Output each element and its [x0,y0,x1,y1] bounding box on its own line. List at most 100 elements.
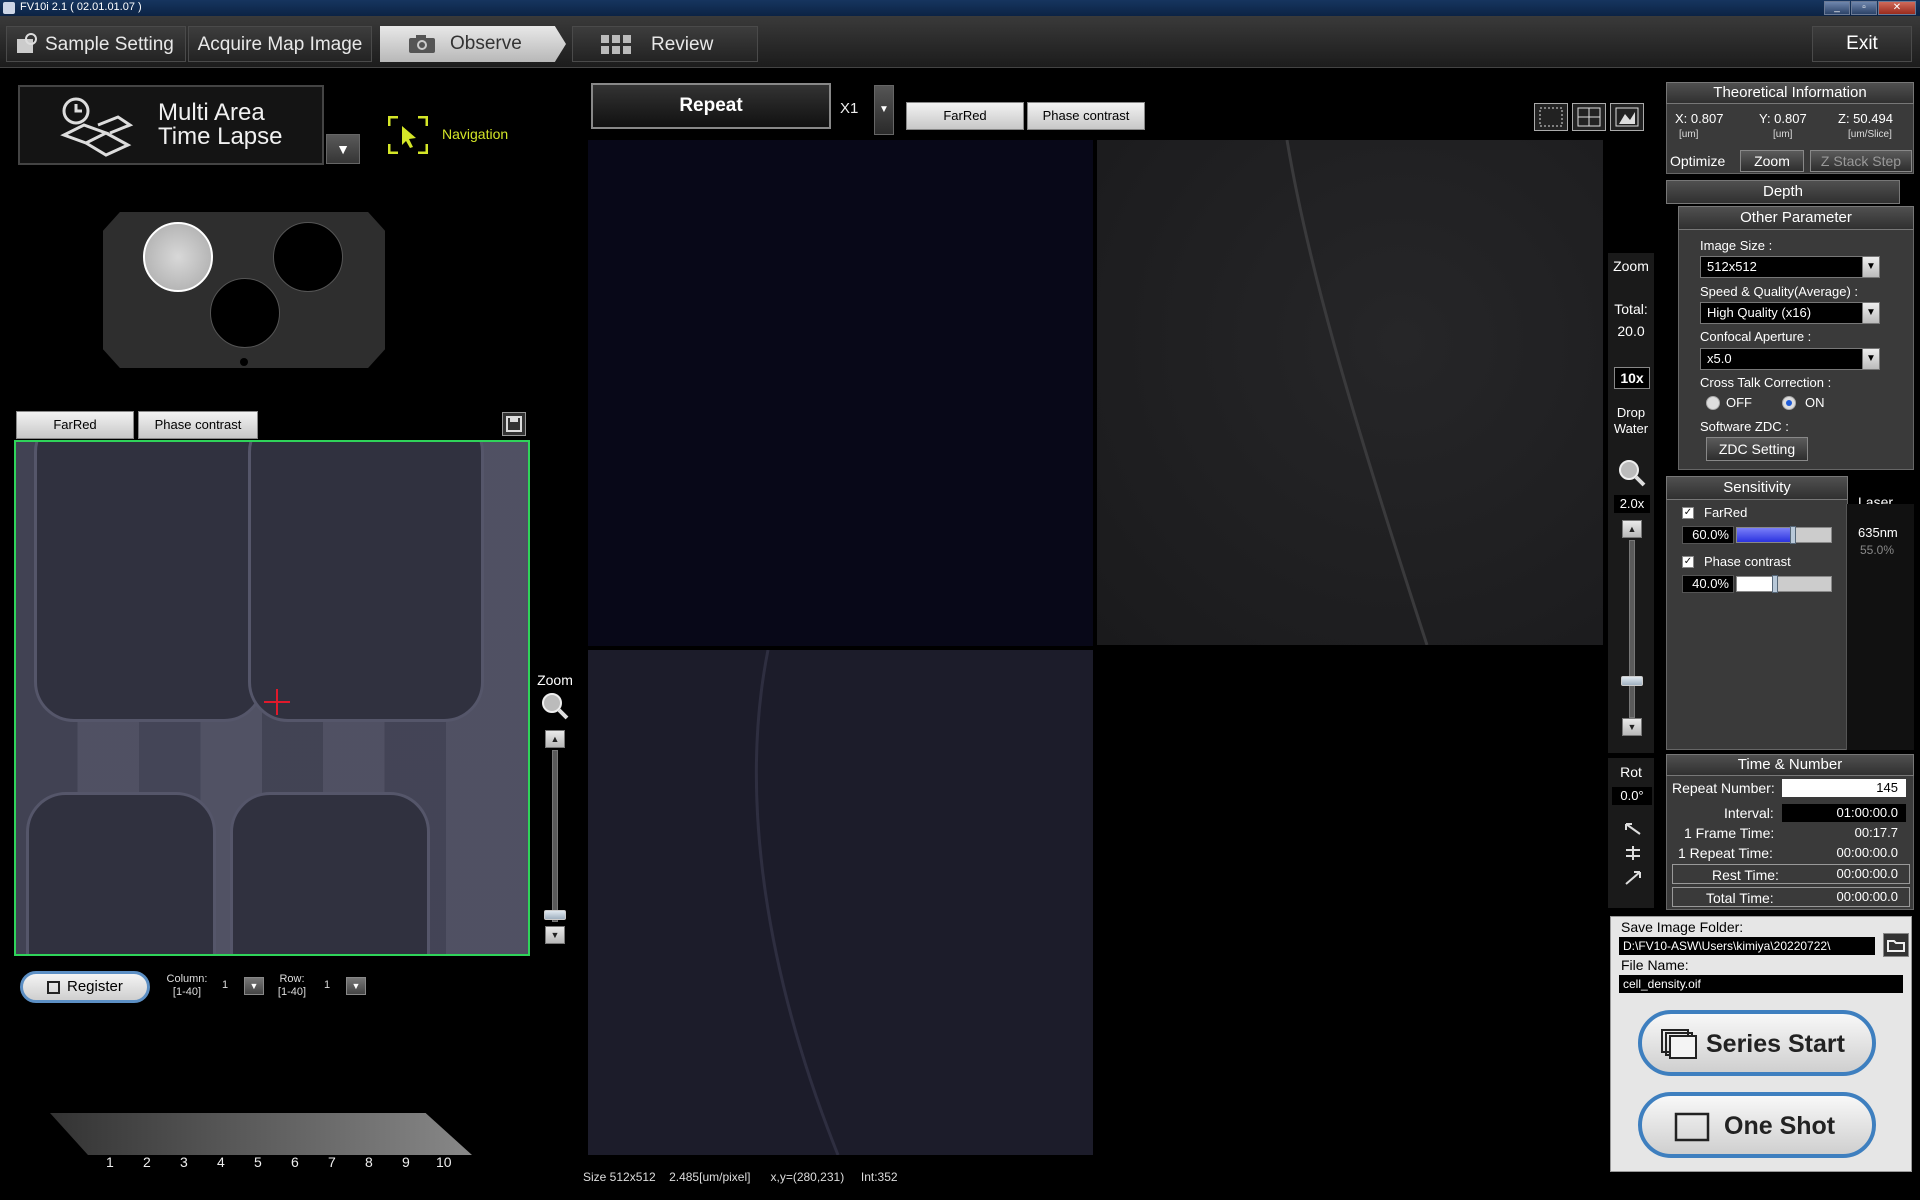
speed-quality-dropdown[interactable]: ▼ [1862,302,1880,324]
sensitivity-header: Sensitivity [1666,476,1848,500]
scale-number[interactable]: 10 [436,1154,452,1170]
tab-observe[interactable]: Observe [380,26,566,62]
close-button[interactable]: ✕ [1878,1,1916,15]
map-image[interactable] [14,440,530,956]
series-start-label: Series Start [1706,1030,1845,1058]
map-channel-phase-contrast[interactable]: Phase contrast [138,411,258,439]
zoom-track[interactable] [1629,540,1635,718]
scale-number[interactable]: 8 [365,1154,373,1170]
exit-button[interactable]: Exit [1812,26,1912,62]
zdc-setting-button[interactable]: ZDC Setting [1706,437,1808,461]
speed-quality-select[interactable]: High Quality (x16) [1700,302,1864,324]
optimize-zoom-button[interactable]: Zoom [1740,150,1804,172]
image-size-select[interactable]: 512x512 [1700,256,1864,278]
series-start-button[interactable]: Series Start [1638,1010,1876,1076]
zoom-thumb[interactable] [1621,676,1643,686]
map-zoom-thumb[interactable] [544,910,566,920]
map-zoom-track[interactable] [552,750,558,922]
scale-number[interactable]: 5 [254,1154,262,1170]
x-resolution: X: 0.807 [1675,111,1724,126]
scale-number[interactable]: 1 [106,1154,114,1170]
frame-time-value: 00:17.7 [1854,825,1898,840]
one-shot-button[interactable]: One Shot [1638,1092,1876,1158]
phase-contrast-slider[interactable] [1736,575,1832,593]
scale-number[interactable]: 7 [328,1154,336,1170]
phase-contrast-checkbox[interactable]: ✓ [1682,556,1694,568]
map-channel-farred[interactable]: FarRed [16,411,134,439]
maximize-button[interactable]: ▫ [1851,1,1877,15]
save-folder-input[interactable]: D:\FV10-ASW\Users\kimiya\20220722\ [1619,937,1875,955]
aperture-select[interactable]: x5.0 [1700,348,1864,370]
aperture-dropdown[interactable]: ▼ [1862,348,1880,370]
mode-selector[interactable]: Multi Area Time Lapse [18,85,324,165]
view-histogram-icon[interactable] [1610,103,1644,131]
save-icon[interactable] [502,412,526,436]
scale-number[interactable]: 4 [217,1154,225,1170]
interval-label: Interval: [1724,805,1774,821]
phase-contrast-slider-thumb[interactable] [1771,575,1778,593]
image-size-dropdown[interactable]: ▼ [1862,256,1880,278]
zoom-down-button[interactable]: ▼ [1622,718,1642,736]
crosstalk-on-radio[interactable] [1782,396,1796,410]
zoom-icon [1619,460,1646,487]
farred-image-panel[interactable] [588,140,1093,646]
farred-checkbox[interactable]: ✓ [1682,507,1694,519]
status-size: Size 512x512 [583,1170,656,1184]
repeat-button[interactable]: Repeat [591,83,831,129]
observe-channel-farred[interactable]: FarRed [906,102,1024,130]
merged-image-panel[interactable] [588,650,1093,1155]
interval-input[interactable]: 01:00:00.0 [1782,804,1906,822]
drop-water-button[interactable]: Drop Water [1609,405,1653,437]
navigation-label[interactable]: Navigation [442,126,508,142]
objective-button[interactable]: 10x [1614,367,1650,389]
multi-area-icon [60,97,134,157]
depth-header[interactable]: Depth [1666,180,1900,204]
scale-number[interactable]: 2 [143,1154,151,1170]
register-checkbox [47,981,60,994]
save-folder-label: Save Image Folder: [1621,919,1744,935]
observe-channel-phase-contrast[interactable]: Phase contrast [1027,102,1145,130]
sample-setting-icon [17,33,37,53]
column-dropdown[interactable]: ▼ [244,977,264,995]
crosstalk-off-radio[interactable] [1706,396,1720,410]
multiplier-dropdown[interactable]: ▼ [874,85,894,135]
farred-value[interactable]: 60.0% [1682,526,1734,544]
area-scale-bar [50,1113,472,1155]
app-icon [3,2,15,14]
mode-dropdown-button[interactable]: ▼ [326,134,360,164]
farred-slider[interactable] [1736,526,1832,544]
tab-review[interactable]: Review [572,26,758,62]
z-stack-step-button[interactable]: Z Stack Step [1810,150,1912,172]
repeat-time-value: 00:00:00.0 [1836,845,1898,860]
scale-number[interactable]: 6 [291,1154,299,1170]
well-1[interactable] [143,222,213,292]
view-single-icon[interactable] [1534,103,1568,131]
file-name-input[interactable]: cell_density.oif [1619,975,1903,993]
phase-contrast-image-panel[interactable] [1097,140,1603,645]
scale-number[interactable]: 3 [180,1154,188,1170]
map-zoom-up-button[interactable]: ▲ [545,730,565,748]
optimize-label: Optimize [1670,153,1726,169]
map-zoom-down-button[interactable]: ▼ [545,926,565,944]
phase-contrast-value[interactable]: 40.0% [1682,575,1734,593]
tab-sample-setting[interactable]: Sample Setting [6,26,186,62]
well-3[interactable] [210,278,280,348]
row-dropdown[interactable]: ▼ [346,977,366,995]
scale-number[interactable]: 9 [402,1154,410,1170]
total-value: 20.0 [1617,323,1645,339]
well-2[interactable] [273,222,343,292]
navigation-icon[interactable] [388,116,428,154]
farred-slider-thumb[interactable] [1790,526,1797,544]
zoom-up-button[interactable]: ▲ [1622,520,1642,538]
tab-acquire-map-image[interactable]: Acquire Map Image [188,26,372,62]
minimize-button[interactable]: _ [1824,1,1850,15]
tab-label: Observe [450,33,522,54]
other-parameter-header: Other Parameter [1678,206,1914,230]
repeat-number-input[interactable]: 145 [1782,779,1906,797]
folder-icon[interactable] [1883,933,1909,957]
register-button[interactable]: Register [20,971,150,1003]
register-label: Register [67,978,123,995]
view-grid-icon[interactable] [1572,103,1606,131]
phase-contrast-label: Phase contrast [1704,554,1791,569]
rotate-icons[interactable] [1622,820,1644,890]
